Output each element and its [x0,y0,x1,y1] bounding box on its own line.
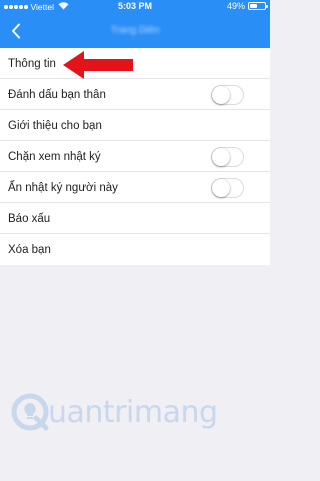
menu-item-thong-tin[interactable]: Thông tin [0,48,270,79]
best-friend-toggle[interactable] [211,84,244,105]
back-button[interactable] [6,21,26,41]
menu-item-xoa-ban[interactable]: Xóa bạn [0,234,270,265]
menu-item-label: Ẩn nhật ký người này [8,181,118,194]
menu-item-label: Xóa bạn [8,243,51,256]
status-bar: Viettel 5:03 PM 49% [0,0,270,14]
battery-percent: 49% [226,1,245,11]
menu-item-an-nhat-ky[interactable]: Ẩn nhật ký người này [0,172,270,203]
hide-diary-toggle[interactable] [211,177,244,198]
nav-title: Trang Diên [110,25,160,36]
toggle-knob [212,178,230,197]
screen: Viettel 5:03 PM 49% Trang Diên Thông tin… [0,0,270,481]
options-list: Thông tin Đánh dấu bạn thân Giới thiệu c… [0,48,270,265]
menu-item-danh-dau-ban-than[interactable]: Đánh dấu bạn thân [0,79,270,110]
toggle-knob [212,147,230,166]
menu-item-label: Đánh dấu bạn thân [8,88,106,101]
battery-icon [248,2,268,10]
menu-item-chan-xem-nhat-ky[interactable]: Chặn xem nhật ký [0,141,270,172]
toggle-knob [212,85,230,104]
chevron-left-icon [12,23,20,39]
status-right: 49% [226,1,268,11]
block-diary-toggle[interactable] [211,146,244,167]
red-arrow-icon [63,51,133,79]
watermark-logo-icon [11,393,49,431]
watermark-text: uantrimang [48,394,218,430]
menu-item-bao-xau[interactable]: Báo xấu [0,203,270,234]
watermark: uantrimang [10,390,250,434]
menu-item-label: Giới thiệu cho bạn [8,119,102,132]
nav-bar: Trang Diên [0,14,270,48]
menu-item-label: Chặn xem nhật ký [8,150,101,163]
menu-item-label: Thông tin [8,57,56,70]
menu-item-label: Báo xấu [8,212,51,225]
menu-item-gioi-thieu-cho-ban[interactable]: Giới thiệu cho bạn [0,110,270,141]
